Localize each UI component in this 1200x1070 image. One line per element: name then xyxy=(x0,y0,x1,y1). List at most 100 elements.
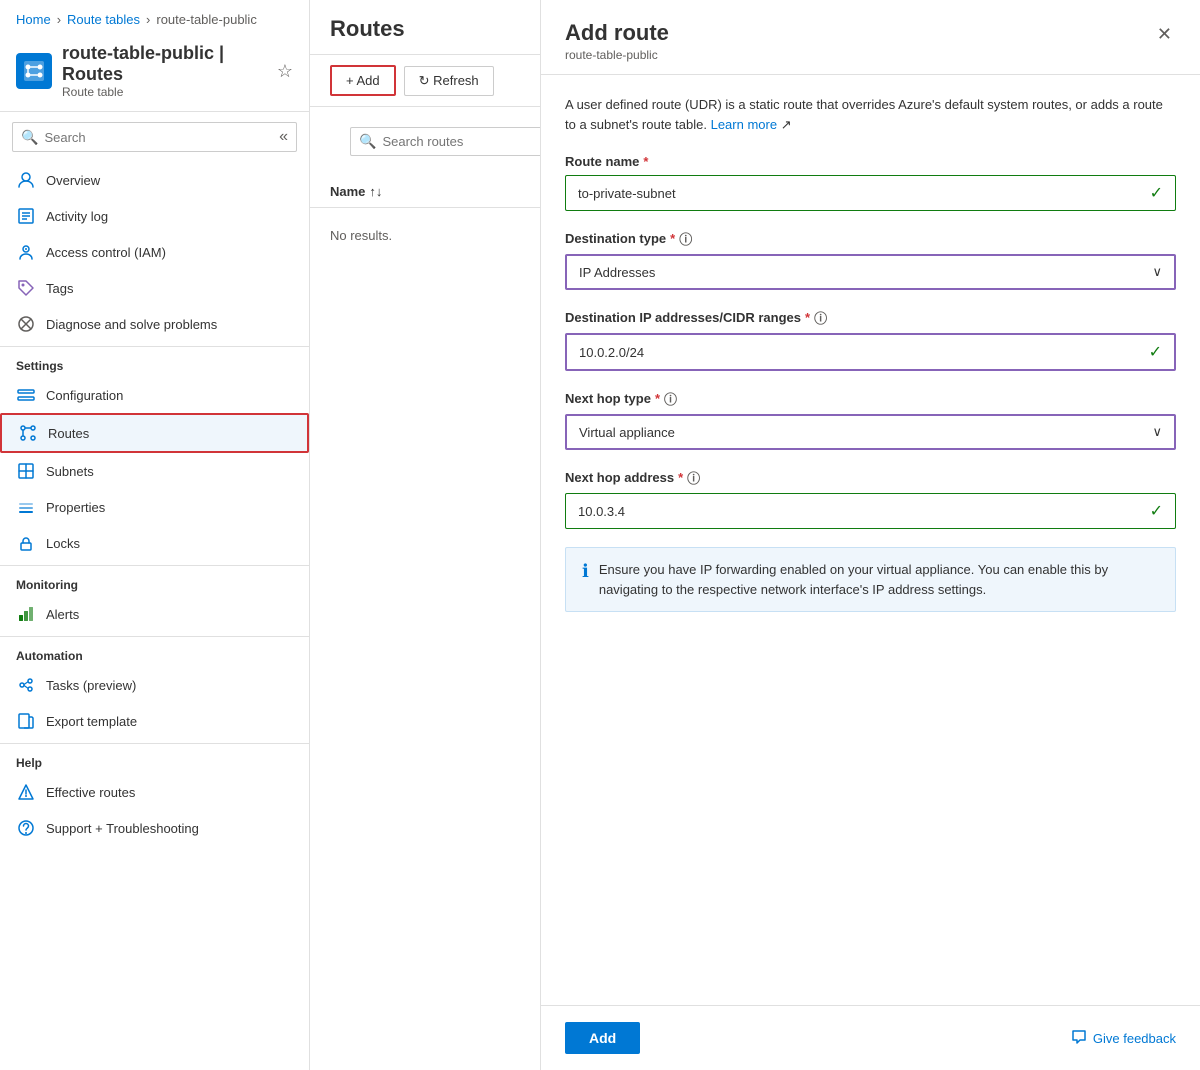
info-box-icon: ℹ xyxy=(582,561,589,599)
sidebar-item-routes[interactable]: Routes xyxy=(0,413,309,453)
favorite-icon[interactable]: ☆ xyxy=(277,61,293,82)
resource-icon xyxy=(16,53,52,89)
page-title: Routes xyxy=(330,16,520,42)
description-text: A user defined route (UDR) is a static r… xyxy=(565,95,1176,134)
sidebar-item-tags[interactable]: Tags xyxy=(0,270,309,306)
panel-header: Add route route-table-public ✕ xyxy=(541,0,1200,75)
next-hop-chevron-icon: ∨ xyxy=(1152,424,1162,440)
tasks-icon xyxy=(16,675,36,695)
panel-title: Add route xyxy=(565,20,669,46)
feedback-label: Give feedback xyxy=(1093,1031,1176,1046)
route-name-input-wrapper[interactable]: ✓ xyxy=(565,175,1176,211)
refresh-button[interactable]: ↻ Refresh xyxy=(404,66,494,96)
resource-header: route-table-public | Routes Route table … xyxy=(0,35,309,112)
tags-icon xyxy=(16,278,36,298)
sidebar-item-iam[interactable]: Access control (IAM) xyxy=(0,234,309,270)
support-label: Support + Troubleshooting xyxy=(46,821,199,836)
add-button[interactable]: + Add xyxy=(330,65,396,96)
learn-more-link[interactable]: Learn more xyxy=(711,117,777,132)
sidebar-item-alerts[interactable]: Alerts xyxy=(0,596,309,632)
route-table-icon xyxy=(22,59,46,83)
routes-search-box[interactable]: 🔍 xyxy=(350,127,540,156)
sidebar-item-locks[interactable]: Locks xyxy=(0,525,309,561)
destination-ip-input[interactable] xyxy=(579,345,1149,360)
feedback-link[interactable]: Give feedback xyxy=(1071,1029,1176,1048)
sidebar-item-overview[interactable]: Overview xyxy=(0,162,309,198)
next-hop-address-input-wrapper[interactable]: ✓ xyxy=(565,493,1176,529)
subnets-label: Subnets xyxy=(46,464,94,479)
tags-label: Tags xyxy=(46,281,73,296)
route-name-group: Route name * ✓ xyxy=(565,154,1176,211)
sidebar-item-tasks[interactable]: Tasks (preview) xyxy=(0,667,309,703)
table-name-column: Name xyxy=(330,184,365,199)
routes-icon xyxy=(18,423,38,443)
description-content: A user defined route (UDR) is a static r… xyxy=(565,97,1163,132)
search-icon: 🔍 xyxy=(21,129,38,146)
overview-label: Overview xyxy=(46,173,100,188)
sidebar-item-effective-routes[interactable]: Effective routes xyxy=(0,774,309,810)
toolbar: + Add ↻ Refresh xyxy=(310,55,540,107)
sidebar-item-support[interactable]: Support + Troubleshooting xyxy=(0,810,309,846)
iam-icon xyxy=(16,242,36,262)
export-label: Export template xyxy=(46,714,137,729)
next-hop-address-input[interactable] xyxy=(578,504,1150,519)
breadcrumb-route-tables[interactable]: Route tables xyxy=(67,12,140,27)
resource-name: route-table-public | Routes xyxy=(62,43,263,85)
table-header: Name ↑↓ xyxy=(310,176,540,208)
next-hop-type-info-icon[interactable]: ⓘ xyxy=(664,389,677,408)
help-section-label: Help xyxy=(0,743,309,774)
resource-title-block: route-table-public | Routes Route table xyxy=(62,43,263,99)
locks-icon xyxy=(16,533,36,553)
next-hop-check-icon: ✓ xyxy=(1150,501,1163,521)
alerts-icon xyxy=(16,604,36,624)
destination-type-label: Destination type * ⓘ xyxy=(565,229,1176,248)
no-results-text: No results. xyxy=(310,208,540,263)
destination-ip-input-wrapper[interactable]: ✓ xyxy=(565,333,1176,371)
next-hop-type-value: Virtual appliance xyxy=(579,425,675,440)
main-header: Routes xyxy=(310,0,540,55)
sidebar-search-box[interactable]: 🔍 « xyxy=(12,122,297,152)
route-name-check-icon: ✓ xyxy=(1150,183,1163,203)
next-hop-type-select[interactable]: Virtual appliance ∨ xyxy=(565,414,1176,450)
sidebar-item-export[interactable]: Export template xyxy=(0,703,309,739)
activity-log-icon xyxy=(16,206,36,226)
search-area: 🔍 xyxy=(310,107,540,176)
required-indicator: * xyxy=(643,154,648,169)
add-route-button[interactable]: Add xyxy=(565,1022,640,1054)
monitoring-section-label: Monitoring xyxy=(0,565,309,596)
next-hop-address-label: Next hop address * ⓘ xyxy=(565,468,1176,487)
automation-section-label: Automation xyxy=(0,636,309,667)
destination-type-select[interactable]: IP Addresses ∨ xyxy=(565,254,1176,290)
sidebar-item-diagnose[interactable]: Diagnose and solve problems xyxy=(0,306,309,342)
close-button[interactable]: ✕ xyxy=(1153,20,1176,49)
alerts-label: Alerts xyxy=(46,607,79,622)
route-name-input[interactable] xyxy=(578,186,1150,201)
destination-type-group: Destination type * ⓘ IP Addresses ∨ xyxy=(565,229,1176,290)
sidebar-item-configuration[interactable]: Configuration xyxy=(0,377,309,413)
info-box: ℹ Ensure you have IP forwarding enabled … xyxy=(565,547,1176,612)
dest-ip-info-icon[interactable]: ⓘ xyxy=(814,308,827,327)
search-routes-icon: 🔍 xyxy=(359,133,376,150)
next-hop-address-group: Next hop address * ⓘ ✓ xyxy=(565,468,1176,529)
routes-label: Routes xyxy=(48,426,89,441)
activity-log-label: Activity log xyxy=(46,209,108,224)
tasks-label: Tasks (preview) xyxy=(46,678,136,693)
destination-ip-check-icon: ✓ xyxy=(1149,342,1162,362)
destination-ip-label: Destination IP addresses/CIDR ranges * ⓘ xyxy=(565,308,1176,327)
add-route-panel: Add route route-table-public ✕ A user de… xyxy=(540,0,1200,1070)
sidebar-item-activity-log[interactable]: Activity log xyxy=(0,198,309,234)
next-hop-addr-info-icon[interactable]: ⓘ xyxy=(687,468,700,487)
sidebar-item-subnets[interactable]: Subnets xyxy=(0,453,309,489)
info-box-text: Ensure you have IP forwarding enabled on… xyxy=(599,560,1159,599)
diagnose-label: Diagnose and solve problems xyxy=(46,317,217,332)
next-hop-type-label: Next hop type * ⓘ xyxy=(565,389,1176,408)
sort-icon[interactable]: ↑↓ xyxy=(369,184,382,199)
dest-type-info-icon[interactable]: ⓘ xyxy=(679,229,692,248)
properties-icon xyxy=(16,497,36,517)
breadcrumb-home[interactable]: Home xyxy=(16,12,51,27)
sidebar-item-properties[interactable]: Properties xyxy=(0,489,309,525)
search-input[interactable] xyxy=(44,130,279,145)
collapse-button[interactable]: « xyxy=(279,128,288,146)
search-routes-input[interactable] xyxy=(382,134,540,149)
sidebar: Home › Route tables › route-table-public… xyxy=(0,0,310,1070)
